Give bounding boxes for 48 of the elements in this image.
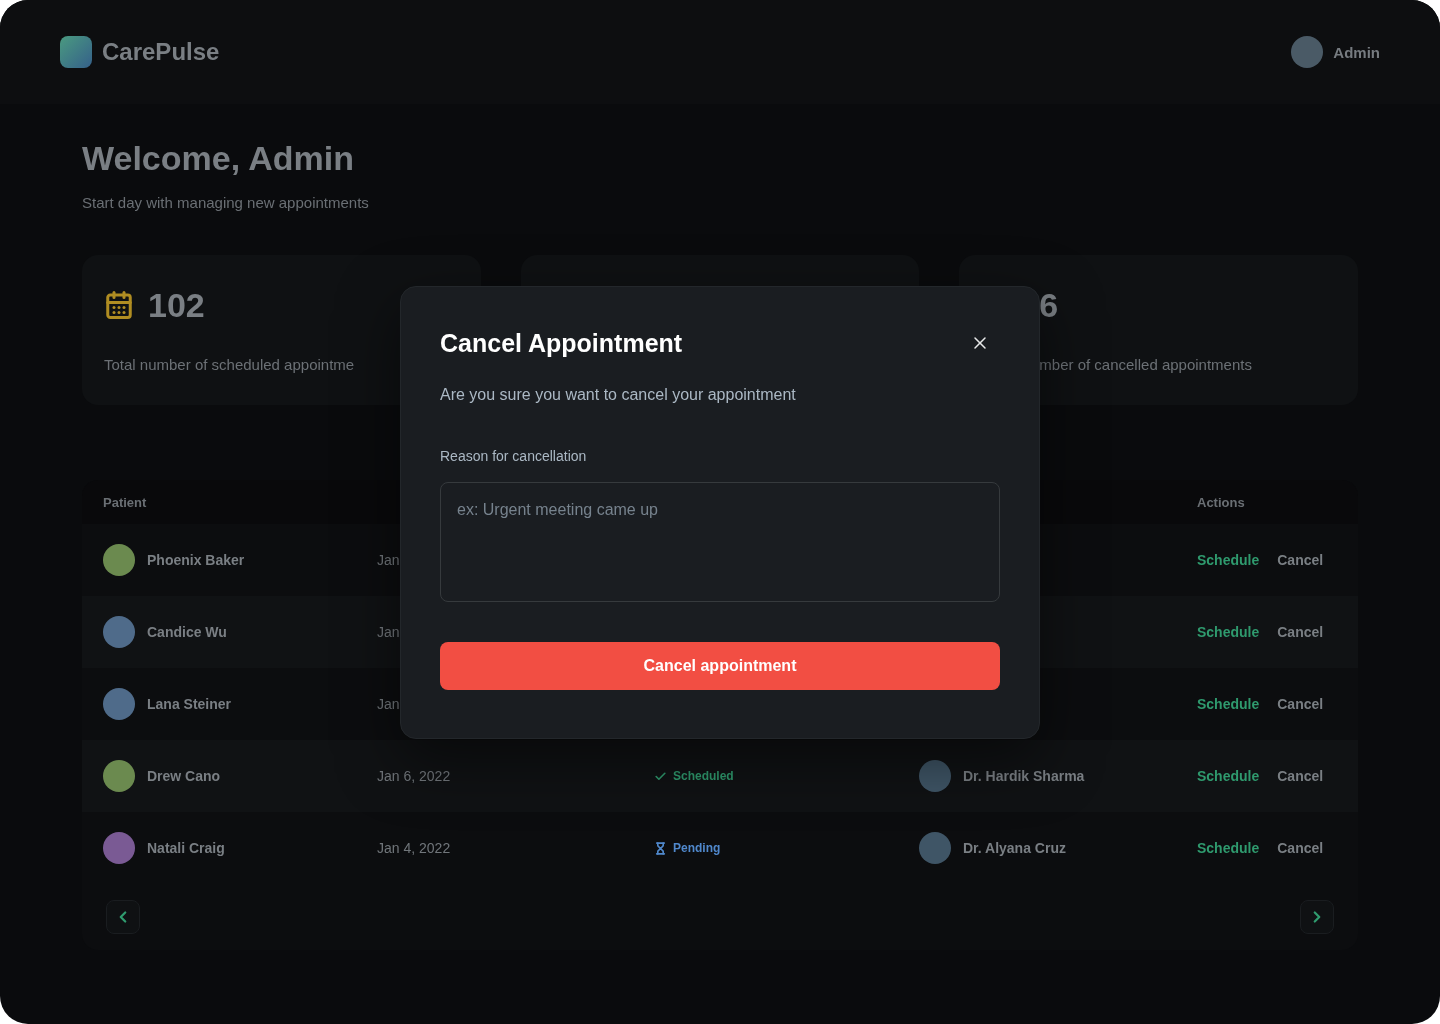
dialog-title: Cancel Appointment: [440, 327, 683, 359]
cancel-button[interactable]: Cancel: [1277, 840, 1324, 856]
date-text: Jan 4, 2022: [377, 840, 451, 856]
stat-count: 6: [1039, 285, 1059, 325]
date-text: Jan: [377, 552, 400, 568]
date-text: Jan: [377, 624, 400, 640]
column-header: Actions: [1197, 494, 1245, 510]
logo-icon: [60, 36, 92, 68]
patient-name: Phoenix Baker: [147, 552, 245, 568]
cancel-button[interactable]: Cancel: [1277, 696, 1324, 712]
doctor-name: Dr. Alyana Cruz: [963, 840, 1066, 856]
cancel-button[interactable]: Cancel: [1277, 624, 1324, 640]
avatar-icon: [1291, 36, 1324, 68]
date-text: Jan 6, 2022: [377, 768, 451, 784]
check-icon: [654, 769, 667, 783]
schedule-button[interactable]: Schedule: [1197, 696, 1260, 712]
cancel-button[interactable]: Cancel: [1277, 768, 1324, 784]
status-label: Pending: [673, 841, 721, 855]
schedule-button[interactable]: Schedule: [1197, 840, 1260, 856]
user-name: Admin: [1333, 43, 1380, 61]
avatar-icon: [919, 832, 951, 864]
dialog-description: Are you sure you want to cancel your appointment: [440, 384, 796, 405]
next-page-button[interactable]: [1300, 900, 1334, 934]
page-subtitle: Start day with managing new appointments: [82, 193, 369, 213]
cancel-button[interactable]: Cancel: [1277, 552, 1324, 568]
page-title: Welcome, Admin: [82, 140, 355, 176]
hourglass-icon: [654, 841, 667, 855]
cancel-appointment-button[interactable]: Cancel appointment: [440, 641, 1000, 690]
schedule-button[interactable]: Schedule: [1197, 552, 1260, 568]
stat-count: 102: [148, 285, 205, 325]
patient-name: Candice Wu: [147, 624, 227, 640]
patient-name: Drew Cano: [147, 768, 221, 784]
stat-label: mber of cancelled appointments: [1039, 355, 1252, 375]
column-header: Patient: [103, 494, 147, 510]
patient-name: Natali Craig: [147, 840, 225, 856]
brand-name: CarePulse: [102, 38, 220, 66]
status-label: Scheduled: [673, 769, 734, 783]
schedule-button[interactable]: Schedule: [1197, 768, 1260, 784]
stat-label: Total number of scheduled appointme: [104, 355, 355, 375]
avatar-icon: [919, 760, 951, 792]
calendar-icon: [104, 290, 134, 320]
date-text: Jan: [377, 696, 400, 712]
doctor-name: Dr. Hardik Sharma: [963, 768, 1085, 784]
field-label: Reason for cancellation: [440, 446, 587, 466]
schedule-button[interactable]: Schedule: [1197, 624, 1260, 640]
previous-page-button[interactable]: [106, 900, 140, 934]
reason-field[interactable]: ex: Urgent meeting came up: [440, 481, 1000, 602]
patient-name: Lana Steiner: [147, 696, 232, 712]
